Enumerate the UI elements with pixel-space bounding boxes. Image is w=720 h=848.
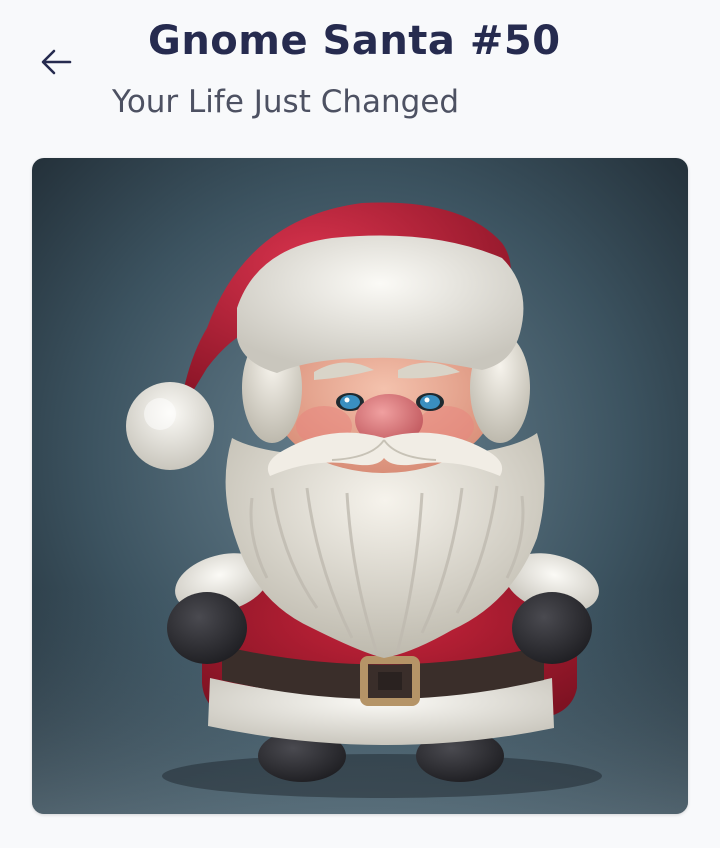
gnome-santa-artwork: [32, 158, 688, 814]
nft-image[interactable]: [32, 158, 688, 814]
page-subtitle: Your Life Just Changed: [112, 84, 460, 120]
arrow-left-icon: [41, 49, 72, 75]
page-title: Gnome Santa #50: [148, 18, 561, 64]
back-button[interactable]: [32, 38, 80, 86]
nft-detail-screen: Gnome Santa #50 Your Life Just Changed: [0, 0, 720, 848]
